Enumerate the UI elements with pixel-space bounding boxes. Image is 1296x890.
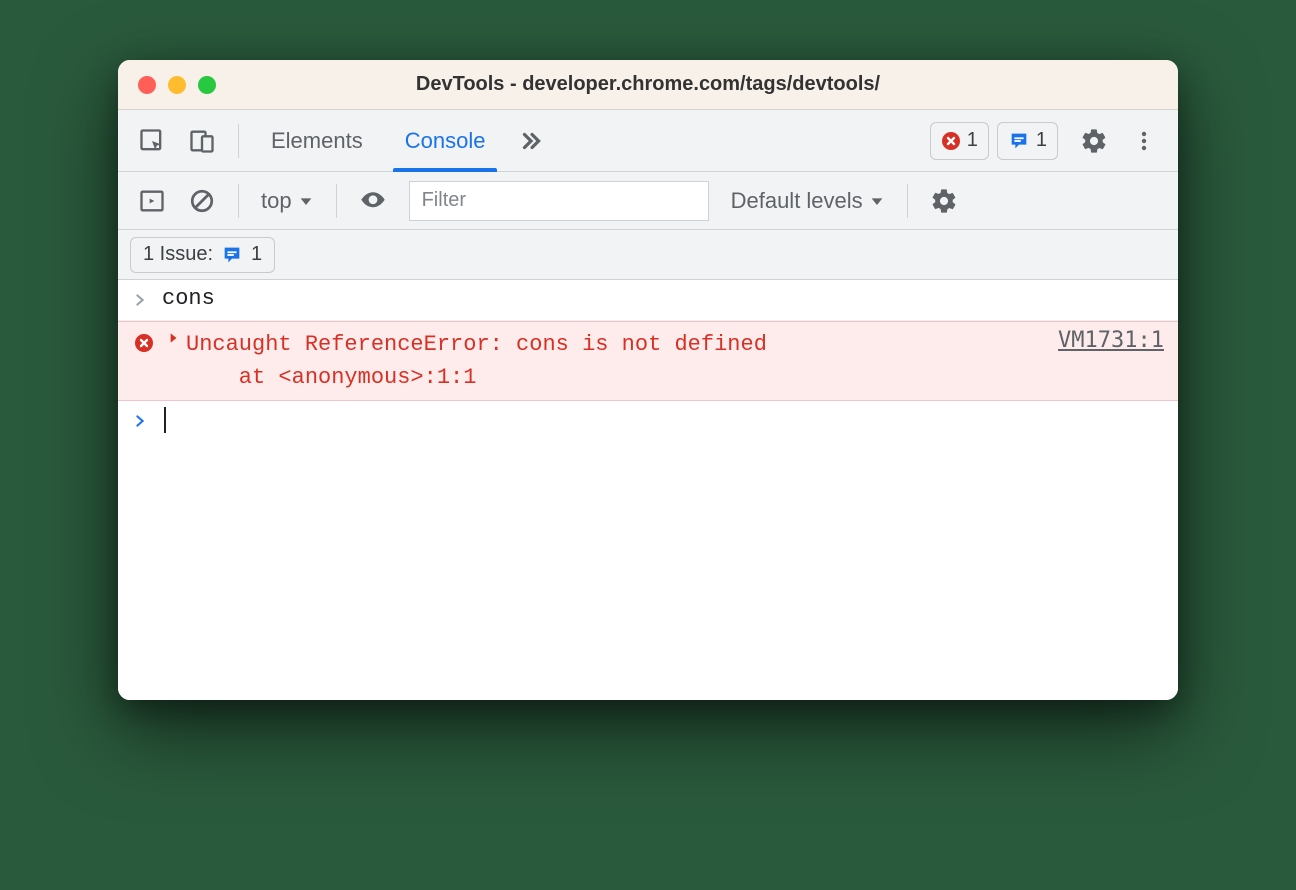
issues-chip-count: 1: [251, 243, 262, 266]
separator: [238, 124, 239, 158]
separator: [238, 184, 239, 218]
error-icon: [132, 331, 156, 355]
console-input-code: cons: [162, 286, 215, 311]
console-prompt-row[interactable]: [118, 401, 1178, 441]
console-error-message: Uncaught ReferenceError: cons is not def…: [186, 328, 1038, 394]
log-levels-selector[interactable]: Default levels: [723, 188, 893, 214]
issues-badge[interactable]: 1: [997, 122, 1058, 160]
issues-count: 1: [1036, 129, 1047, 152]
tab-console[interactable]: Console: [387, 110, 504, 172]
context-selector[interactable]: top: [253, 188, 322, 214]
devtools-window: DevTools - developer.chrome.com/tags/dev…: [118, 60, 1178, 700]
clear-console-icon[interactable]: [180, 179, 224, 223]
window-title: DevTools - developer.chrome.com/tags/dev…: [118, 73, 1178, 96]
chevron-down-icon: [298, 193, 314, 209]
chevron-right-icon: [132, 286, 148, 314]
issue-icon: [221, 244, 243, 266]
tab-elements-label: Elements: [271, 128, 363, 154]
issues-chip[interactable]: 1 Issue: 1: [130, 237, 275, 273]
issue-icon: [1008, 130, 1030, 152]
tab-elements[interactable]: Elements: [253, 110, 381, 172]
chevron-right-icon: [132, 407, 148, 435]
inspect-element-icon[interactable]: [130, 119, 174, 163]
tab-console-label: Console: [405, 128, 486, 154]
close-window-button[interactable]: [138, 76, 156, 94]
more-tabs-icon[interactable]: [509, 119, 553, 163]
console-log-area: cons Uncaught ReferenceError: cons is no…: [118, 280, 1178, 700]
console-toolbar: top Default levels: [118, 172, 1178, 230]
issues-bar: 1 Issue: 1: [118, 230, 1178, 280]
console-error-source-link[interactable]: VM1731:1: [1058, 328, 1164, 353]
minimize-window-button[interactable]: [168, 76, 186, 94]
maximize-window-button[interactable]: [198, 76, 216, 94]
title-bar: DevTools - developer.chrome.com/tags/dev…: [118, 60, 1178, 110]
console-error-row: Uncaught ReferenceError: cons is not def…: [118, 321, 1178, 401]
traffic-lights: [118, 76, 216, 94]
log-levels-label: Default levels: [731, 188, 863, 214]
live-expression-icon[interactable]: [351, 179, 395, 223]
toggle-sidebar-icon[interactable]: [130, 179, 174, 223]
separator: [336, 184, 337, 218]
console-input-row: cons: [118, 280, 1178, 321]
filter-input[interactable]: [409, 181, 709, 221]
context-selector-label: top: [261, 188, 292, 214]
text-cursor: [164, 407, 166, 433]
status-badges: 1 1: [930, 122, 1058, 160]
errors-count: 1: [967, 129, 978, 152]
main-tab-bar: Elements Console 1: [118, 110, 1178, 172]
kebab-menu-icon[interactable]: [1122, 119, 1166, 163]
issues-chip-prefix: 1 Issue:: [143, 243, 213, 266]
console-settings-icon[interactable]: [922, 179, 966, 223]
error-icon: [941, 131, 961, 151]
chevron-down-icon: [869, 193, 885, 209]
device-toggle-icon[interactable]: [180, 119, 224, 163]
separator: [907, 184, 908, 218]
errors-badge[interactable]: 1: [930, 122, 989, 160]
expand-triangle-icon[interactable]: [166, 331, 180, 345]
settings-icon[interactable]: [1072, 119, 1116, 163]
